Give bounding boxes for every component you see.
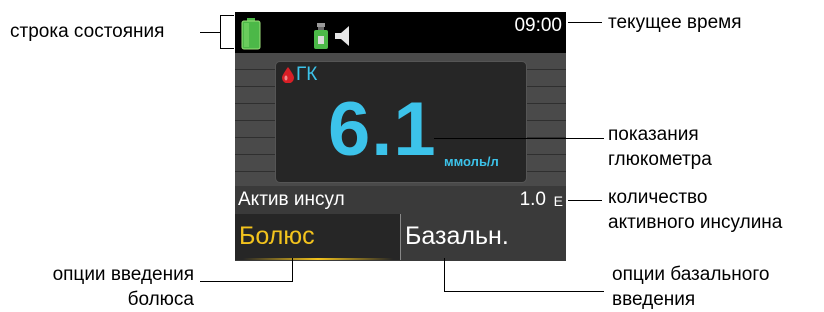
bg-value: 6.1 <box>328 87 437 172</box>
insulin-vial-icon <box>314 23 328 49</box>
callout-basal-line-v <box>444 258 445 292</box>
bg-unit: ммоль/л <box>444 154 499 169</box>
callout-bg-reading-2: глюкометра <box>608 149 712 170</box>
callout-time-line <box>568 22 602 23</box>
callout-bolus-line-v <box>292 258 293 282</box>
blood-drop-icon <box>282 67 294 83</box>
callout-active-insulin-1: количество <box>608 187 708 208</box>
callout-bg-reading-1: показания <box>608 124 699 145</box>
main-content: ГК 6.1 ммоль/л <box>235 53 566 186</box>
callout-status-bar-bracket-top <box>220 15 234 16</box>
active-insulin-label: Актив инсул <box>238 189 345 210</box>
callout-current-time: текущее время <box>608 12 742 33</box>
callout-basal-options-1: опции базального <box>612 264 770 285</box>
pump-screen: 09:00 ГК 6.1 ммоль/л Актив инсул 1.0 Е Б… <box>235 12 566 261</box>
bg-reading-panel: ГК 6.1 ммоль/л <box>275 61 527 183</box>
callout-basal-options-2: введения <box>612 289 696 310</box>
active-insulin-unit: Е <box>553 193 563 209</box>
callout-status-bar-line <box>200 32 220 33</box>
tab-bolus-selection-bar <box>243 258 393 260</box>
callout-status-bar-bracket-v <box>220 15 221 49</box>
status-bar: 09:00 <box>235 12 566 53</box>
speaker-icon <box>335 26 349 46</box>
callout-bolus-line-h <box>200 281 293 282</box>
callout-active-insulin-2: активного инсулина <box>608 212 783 233</box>
tab-basal[interactable]: Базальн. <box>401 214 566 260</box>
callout-status-bar: строка состояния <box>10 21 165 42</box>
callout-status-bar-bracket-bottom <box>220 48 234 49</box>
callout-bolus-options-2: болюса <box>127 289 194 310</box>
tab-basal-label: Базальн. <box>405 222 509 250</box>
tab-bolus-label: Болюс <box>239 222 315 250</box>
bg-label: ГК <box>296 64 318 85</box>
current-time: 09:00 <box>514 15 562 36</box>
active-insulin-value: 1.0 <box>519 189 546 210</box>
active-insulin-row: Актив инсул 1.0 Е <box>235 186 566 213</box>
callout-bg-line <box>434 138 604 139</box>
callout-iob-line <box>568 200 602 201</box>
battery-icon <box>241 18 261 50</box>
callout-basal-line-h <box>444 291 604 292</box>
callout-bolus-options-1: опции введения <box>52 264 194 285</box>
tab-bolus[interactable]: Болюс <box>235 214 401 260</box>
menu-tabs: Болюс Базальн. <box>235 213 566 261</box>
